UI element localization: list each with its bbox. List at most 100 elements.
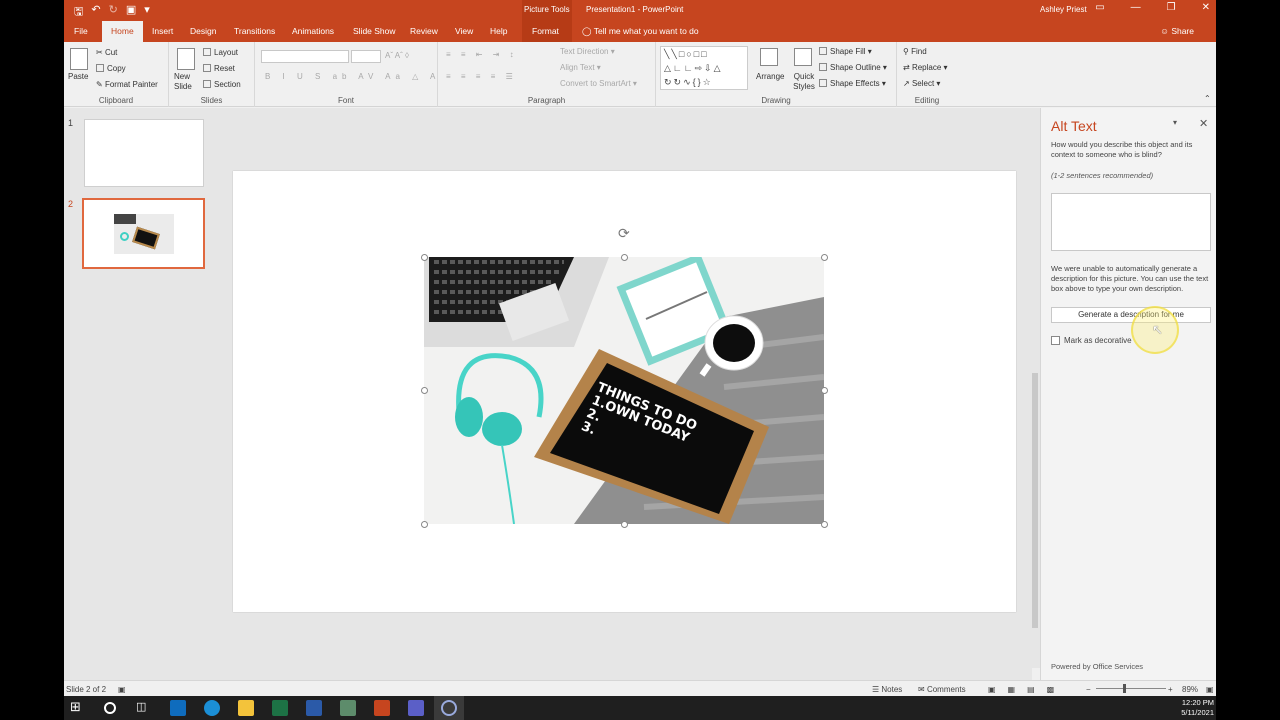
quick-styles-icon[interactable]: [794, 48, 812, 66]
new-slide-button[interactable]: New Slide: [174, 72, 200, 92]
share-button[interactable]: ☺ Share: [1160, 26, 1194, 36]
powerpoint-icon[interactable]: [374, 700, 390, 716]
replace-label: Replace: [911, 63, 942, 72]
copy-button[interactable]: Copy: [96, 64, 126, 73]
outlook-icon[interactable]: [170, 700, 186, 716]
scrollbar-thumb[interactable]: [1032, 373, 1038, 628]
arrange-icon[interactable]: [760, 48, 778, 66]
zoom-slider-thumb[interactable]: [1123, 684, 1126, 693]
format-painter-button[interactable]: ✎ Format Painter: [96, 80, 158, 89]
close-icon[interactable]: ✕: [1202, 2, 1210, 13]
ribbon-display-options-icon[interactable]: ▭: [1095, 2, 1104, 13]
rotate-handle-icon[interactable]: ⟳: [618, 225, 630, 242]
slide-thumbnail-pane: 1 2: [64, 108, 219, 680]
shape-outline-button[interactable]: Shape Outline ▾: [819, 63, 887, 72]
notes-label: Notes: [881, 685, 903, 694]
tab-help[interactable]: Help: [490, 26, 507, 36]
mark-decorative-checkbox[interactable]: [1051, 336, 1060, 345]
minimize-icon[interactable]: —: [1131, 2, 1141, 13]
font-format-icons[interactable]: B I U S ab AV Aa △ A: [265, 72, 440, 81]
list-icons[interactable]: ≡ ≡ ⇤ ⇥ ↕: [446, 50, 518, 59]
close-pane-icon[interactable]: ✕: [1199, 117, 1208, 130]
font-name-box[interactable]: [261, 50, 349, 63]
comments-button[interactable]: ✉ Comments: [918, 685, 966, 694]
zoom-level[interactable]: 89%: [1182, 685, 1198, 694]
tab-file[interactable]: File: [74, 26, 88, 36]
shape-effects-button[interactable]: Shape Effects ▾: [819, 79, 886, 88]
excel-icon[interactable]: [272, 700, 288, 716]
spell-check-icon[interactable]: ▣: [118, 685, 126, 694]
mark-decorative-option[interactable]: Mark as decorative: [1051, 336, 1132, 345]
teams-icon[interactable]: [408, 700, 424, 716]
find-button[interactable]: ⚲ Find: [903, 47, 927, 56]
resize-handle[interactable]: [821, 254, 828, 261]
slide-thumbnail-1[interactable]: [84, 119, 204, 187]
new-slide-icon[interactable]: [177, 48, 195, 70]
resize-handle[interactable]: [421, 387, 428, 394]
convert-smartart-button[interactable]: Convert to SmartArt ▾: [560, 79, 637, 88]
current-slide[interactable]: THINGS TO DO 1.OWN TODAY 2. 3. ⟳: [233, 171, 1016, 612]
document-title: Presentation1 - PowerPoint: [586, 5, 684, 14]
file-explorer-icon[interactable]: [238, 700, 254, 716]
font-size-box[interactable]: [351, 50, 381, 63]
replace-button[interactable]: ⇄ Replace ▾: [903, 63, 948, 72]
zoom-out-icon[interactable]: −: [1086, 685, 1091, 694]
slide-thumbnail-2[interactable]: [82, 198, 205, 269]
shapes-gallery[interactable]: ╲╲□○□□ △∟∟⇨⇩△ ↻↻∿{}☆: [660, 46, 748, 90]
alt-text-input[interactable]: [1051, 193, 1211, 251]
text-direction-label: Text Direction: [560, 47, 609, 56]
task-view-icon[interactable]: ◫: [136, 700, 152, 716]
vertical-scrollbar[interactable]: [1030, 108, 1040, 668]
tab-view[interactable]: View: [455, 26, 473, 36]
tab-insert[interactable]: Insert: [152, 26, 173, 36]
resize-handle[interactable]: [621, 521, 628, 528]
app-icon[interactable]: [340, 700, 356, 716]
user-name[interactable]: Ashley Priest: [1040, 5, 1087, 14]
windows-start-icon[interactable]: ⊞: [70, 699, 86, 715]
reset-button[interactable]: Reset: [203, 64, 235, 73]
resize-handle[interactable]: [821, 387, 828, 394]
tab-animations[interactable]: Animations: [292, 26, 334, 36]
arrange-button[interactable]: Arrange: [756, 72, 784, 81]
section-button[interactable]: Section: [203, 80, 241, 89]
resize-handle[interactable]: [421, 521, 428, 528]
edge-icon[interactable]: [204, 700, 220, 716]
restore-icon[interactable]: ❐: [1167, 2, 1176, 13]
resize-handle[interactable]: [421, 254, 428, 261]
font-group: Aˇ Aˆ ◊ B I U S ab AV Aa △ A Font: [255, 42, 438, 107]
tab-format[interactable]: Format: [532, 26, 559, 36]
tab-review[interactable]: Review: [410, 26, 438, 36]
zoom-in-icon[interactable]: +: [1168, 685, 1173, 694]
taskbar-clock[interactable]: 12:20 PM 5/11/2021: [1181, 698, 1214, 718]
cut-button[interactable]: ✂ Cut: [96, 48, 117, 57]
resize-handle[interactable]: [621, 254, 628, 261]
tell-me-box[interactable]: ◯ Tell me what you want to do: [582, 26, 699, 37]
align-icons[interactable]: ≡ ≡ ≡ ≡ ☰: [446, 72, 517, 81]
layout-button[interactable]: Layout: [203, 48, 238, 57]
shape-fill-button[interactable]: Shape Fill ▾: [819, 47, 872, 56]
selected-picture[interactable]: THINGS TO DO 1.OWN TODAY 2. 3.: [424, 257, 824, 524]
window-controls: ▭ — ❐ ✕: [1095, 2, 1210, 13]
select-button[interactable]: ↗ Select ▾: [903, 79, 940, 88]
paste-button[interactable]: Paste: [68, 72, 88, 81]
quick-styles-button[interactable]: Quick Styles: [790, 72, 818, 92]
align-text-button[interactable]: Align Text ▾: [560, 63, 601, 72]
tab-design[interactable]: Design: [190, 26, 216, 36]
zoom-slider[interactable]: [1096, 688, 1166, 689]
pane-options-icon[interactable]: ▾: [1173, 118, 1177, 127]
tab-slideshow[interactable]: Slide Show: [353, 26, 396, 36]
text-direction-button[interactable]: Text Direction ▾: [560, 47, 615, 56]
recording-app-icon[interactable]: [441, 700, 457, 716]
tab-home[interactable]: Home: [102, 21, 143, 42]
font-size-grow-icons[interactable]: Aˇ Aˆ ◊: [385, 51, 409, 60]
resize-handle[interactable]: [821, 521, 828, 528]
word-icon[interactable]: [306, 700, 322, 716]
search-icon[interactable]: [104, 702, 116, 714]
collapse-ribbon-icon[interactable]: ⌃: [1204, 94, 1211, 103]
paste-icon[interactable]: [70, 48, 88, 70]
notes-button[interactable]: ☰ Notes: [872, 685, 902, 694]
fit-slide-icon[interactable]: ▣: [1206, 685, 1214, 694]
view-buttons[interactable]: ▣▦▤▩: [988, 685, 1066, 694]
generate-description-button[interactable]: Generate a description for me: [1051, 307, 1211, 323]
tab-transitions[interactable]: Transitions: [234, 26, 275, 36]
